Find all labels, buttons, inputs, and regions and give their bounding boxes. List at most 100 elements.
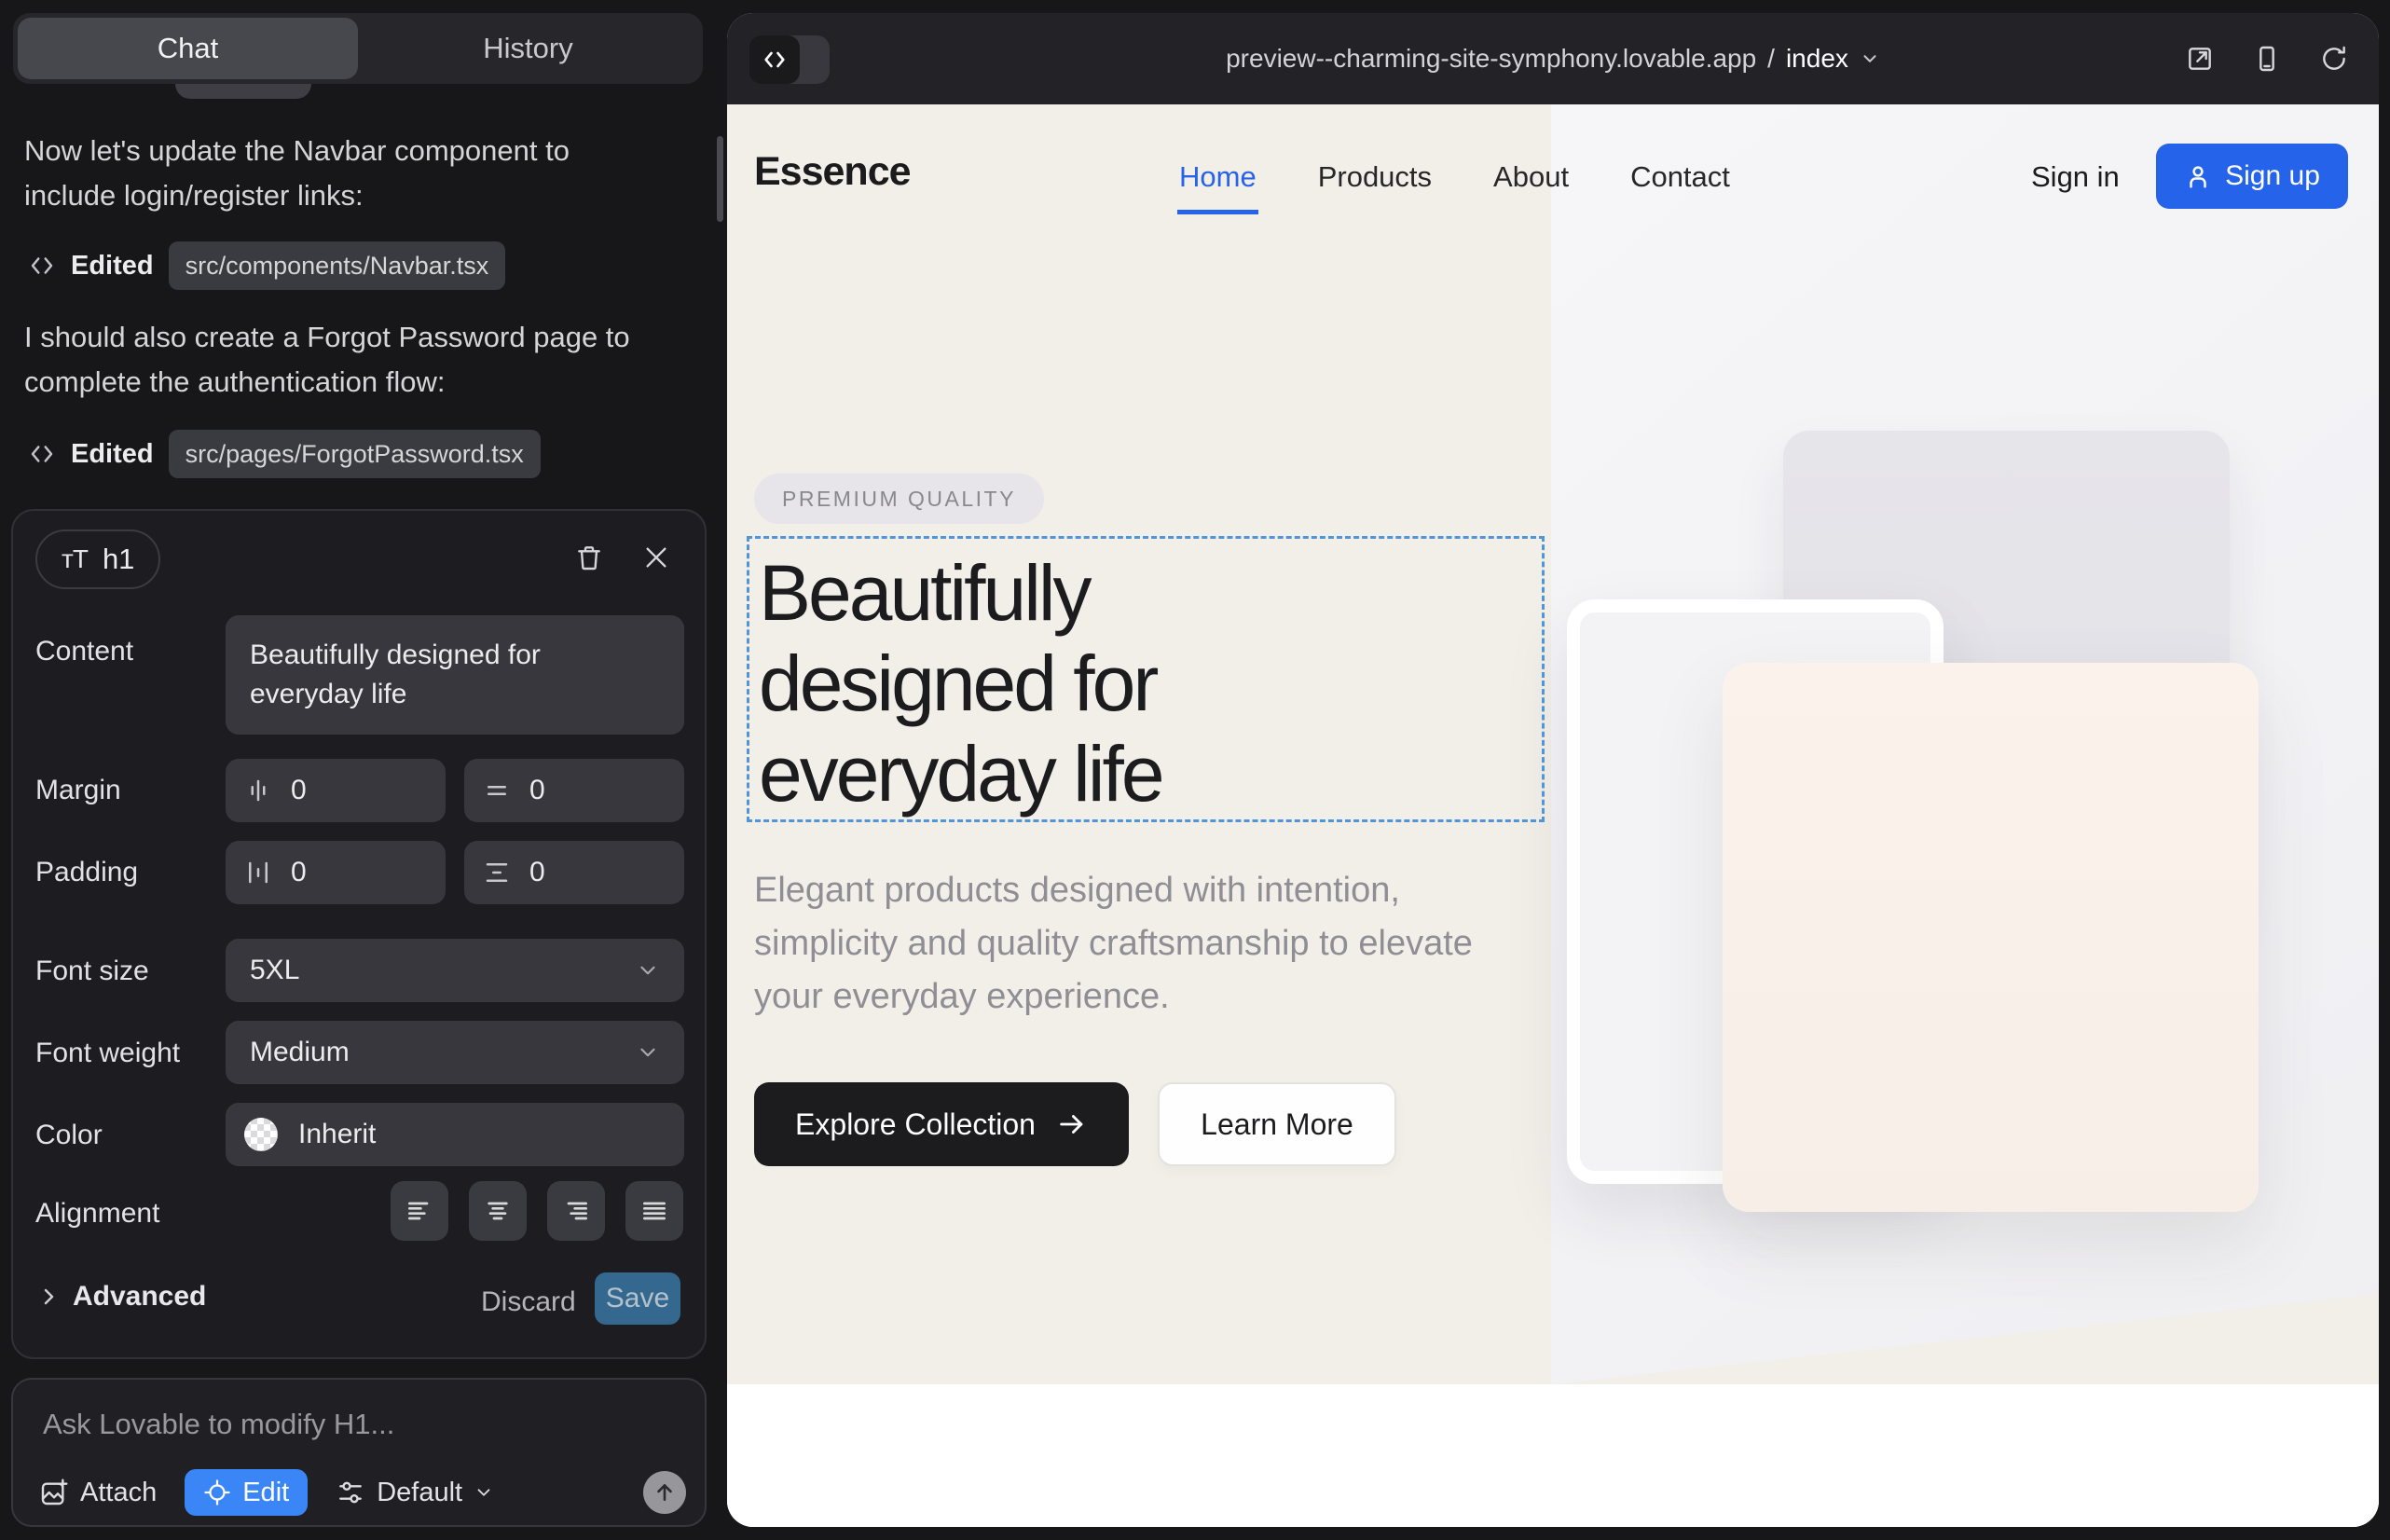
- hero-heading-line: Beautifully: [759, 548, 1162, 639]
- margin-y-value: 0: [529, 775, 545, 806]
- refresh-icon[interactable]: [2319, 44, 2349, 74]
- mobile-view-icon[interactable]: [2252, 44, 2282, 74]
- nav-link-about[interactable]: About: [1493, 160, 1569, 194]
- preview-panel: preview--charming-site-symphony.lovable.…: [727, 13, 2379, 1527]
- align-left-button[interactable]: [391, 1181, 448, 1241]
- code-icon: [28, 252, 56, 280]
- padding-y-icon: [483, 859, 511, 887]
- sign-in-link[interactable]: Sign in: [2031, 160, 2120, 194]
- decor-card-cream: [1723, 663, 2259, 1212]
- padding-x-icon: [244, 859, 272, 887]
- tab-chat[interactable]: Chat: [18, 18, 358, 79]
- arrow-up-icon: [652, 1480, 677, 1505]
- align-center-button[interactable]: [469, 1181, 527, 1241]
- close-editor-button[interactable]: [638, 539, 675, 576]
- browser-bar-actions: [2185, 13, 2349, 104]
- chat-history-tabs: Chat History: [13, 13, 703, 84]
- code-toggle-segment[interactable]: [749, 35, 800, 84]
- attach-button[interactable]: Attach: [39, 1478, 157, 1508]
- margin-x-value: 0: [291, 775, 307, 806]
- site-logo[interactable]: Essence: [754, 149, 911, 195]
- align-left-icon: [405, 1196, 434, 1226]
- open-external-icon[interactable]: [2185, 44, 2215, 74]
- composer-placeholder[interactable]: Ask Lovable to modify H1...: [43, 1408, 394, 1441]
- close-icon: [641, 543, 671, 572]
- padding-y-input[interactable]: 0: [464, 841, 684, 904]
- mode-label: Default: [377, 1478, 462, 1508]
- chat-scrollbar[interactable]: [717, 136, 723, 222]
- typography-icon: тT: [62, 544, 88, 574]
- chat-composer[interactable]: Ask Lovable to modify H1... Attach Edit …: [11, 1378, 707, 1527]
- align-justify-button[interactable]: [625, 1181, 683, 1241]
- chat-message: Now let's update the Navbar component to…: [24, 129, 656, 218]
- hero-heading-line: everyday life: [759, 729, 1162, 819]
- chevron-down-icon: [636, 958, 660, 983]
- chat-panel: Chat History Now let's update the Navbar…: [0, 0, 714, 1540]
- mode-select[interactable]: Default: [336, 1478, 494, 1508]
- edit-label: Edit: [242, 1478, 289, 1508]
- nav-link-products[interactable]: Products: [1318, 160, 1432, 194]
- align-justify-icon: [639, 1196, 669, 1226]
- align-right-button[interactable]: [547, 1181, 605, 1241]
- padding-x-input[interactable]: 0: [226, 841, 446, 904]
- content-label: Content: [35, 636, 133, 667]
- premium-quality-badge: PREMIUM QUALITY: [754, 474, 1044, 524]
- attach-label: Attach: [80, 1478, 157, 1508]
- url-separator: /: [1767, 44, 1775, 74]
- element-tag-badge: тT h1: [35, 529, 160, 589]
- chevron-down-icon: [636, 1040, 660, 1065]
- preview-url[interactable]: preview--charming-site-symphony.lovable.…: [1226, 44, 1880, 74]
- margin-y-icon: [483, 777, 511, 804]
- site-navbar: Essence Home Products About Contact Sign…: [727, 104, 2379, 244]
- edited-label: Edited: [71, 251, 154, 282]
- delete-element-button[interactable]: [570, 539, 608, 576]
- trash-icon: [574, 543, 604, 572]
- hero-heading-line: designed for: [759, 639, 1162, 729]
- font-size-select[interactable]: 5XL: [226, 939, 684, 1002]
- padding-y-value: 0: [529, 857, 545, 888]
- advanced-toggle[interactable]: Advanced: [37, 1281, 206, 1313]
- sign-up-label: Sign up: [2225, 160, 2320, 192]
- nav-link-home[interactable]: Home: [1179, 160, 1257, 194]
- padding-label: Padding: [35, 857, 138, 888]
- edited-file-row[interactable]: Edited src/components/Navbar.tsx: [28, 241, 505, 291]
- code-preview-toggle[interactable]: [749, 35, 830, 84]
- edited-file-row[interactable]: Edited src/pages/ForgotPassword.tsx: [28, 429, 541, 479]
- font-weight-value: Medium: [250, 1037, 350, 1068]
- edited-file-chip[interactable]: src/pages/ForgotPassword.tsx: [169, 430, 541, 478]
- section-below-hero: [727, 1384, 2379, 1527]
- arrow-right-icon: [1056, 1108, 1088, 1140]
- h1-selection-outline[interactable]: Beautifully designed for everyday life: [747, 536, 1545, 822]
- font-weight-select[interactable]: Medium: [226, 1021, 684, 1084]
- user-icon: [2184, 162, 2212, 190]
- code-icon: [28, 440, 56, 468]
- edited-label: Edited: [71, 439, 154, 470]
- save-button[interactable]: Save: [595, 1272, 680, 1325]
- padding-x-value: 0: [291, 857, 307, 888]
- code-icon: [762, 47, 788, 73]
- nav-link-contact[interactable]: Contact: [1630, 160, 1730, 194]
- sign-up-button[interactable]: Sign up: [2156, 144, 2348, 209]
- element-tag-label: h1: [103, 543, 134, 576]
- composer-toolbar: Attach Edit Default: [39, 1469, 686, 1516]
- edited-file-chip[interactable]: src/components/Navbar.tsx: [169, 241, 506, 290]
- discard-button[interactable]: Discard: [481, 1286, 576, 1318]
- edit-mode-button[interactable]: Edit: [185, 1469, 308, 1516]
- hero-heading[interactable]: Beautifully designed for everyday life: [759, 548, 1162, 819]
- preview-browser-bar: preview--charming-site-symphony.lovable.…: [727, 13, 2379, 104]
- color-select[interactable]: Inherit: [226, 1103, 684, 1166]
- margin-x-input[interactable]: 0: [226, 759, 446, 822]
- font-size-label: Font size: [35, 956, 149, 987]
- tab-history[interactable]: History: [358, 18, 698, 79]
- margin-y-input[interactable]: 0: [464, 759, 684, 822]
- url-host: preview--charming-site-symphony.lovable.…: [1226, 44, 1756, 74]
- learn-more-button[interactable]: Learn More: [1158, 1082, 1396, 1166]
- align-right-icon: [561, 1196, 591, 1226]
- content-input[interactable]: Beautifully designed for everyday life: [226, 615, 684, 735]
- send-button[interactable]: [643, 1471, 686, 1514]
- font-size-value: 5XL: [250, 955, 299, 986]
- explore-collection-button[interactable]: Explore Collection: [754, 1082, 1129, 1166]
- chat-message: I should also create a Forgot Password p…: [24, 315, 656, 405]
- color-swatch-icon: [244, 1118, 278, 1151]
- hero-description: Elegant products designed with intention…: [754, 864, 1490, 1024]
